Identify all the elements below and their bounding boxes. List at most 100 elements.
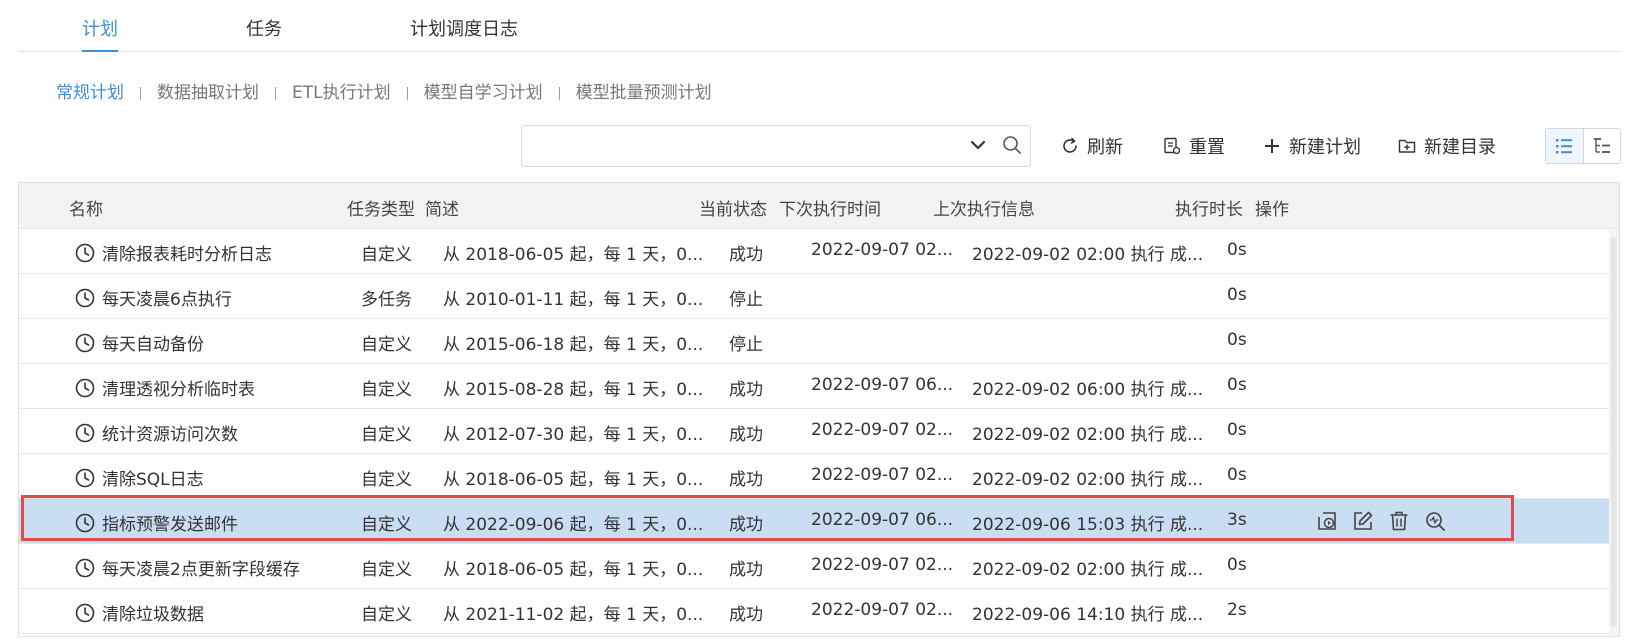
table-body: 清除报表耗时分析日志 自定义 从 2018-06-05 起，每 1 天，0...… (19, 229, 1619, 634)
col-desc[interactable]: 简述 (425, 195, 459, 220)
col-next-run[interactable]: 下次执行时间 (779, 195, 881, 220)
tab-task[interactable]: 任务 (246, 20, 282, 52)
row-desc: 从 2018-06-05 起，每 1 天，0... (443, 470, 704, 490)
scrollbar-thumb[interactable] (1611, 237, 1617, 627)
row-name-cell: 每天凌晨2点更新字段缓存 (74, 555, 300, 580)
row-name: 清除SQL日志 (102, 470, 204, 490)
table-row[interactable]: 清理透视分析临时表 自定义 从 2015-08-28 起，每 1 天，0... … (19, 364, 1619, 409)
list-view-icon (1556, 139, 1573, 154)
row-name-cell: 清除垃圾数据 (74, 600, 204, 625)
search-input[interactable] (530, 132, 970, 160)
col-state[interactable]: 当前状态 (699, 195, 767, 220)
row-name-cell: 统计资源访问次数 (74, 420, 238, 445)
row-name: 每天凌晨2点更新字段缓存 (102, 560, 300, 580)
row-name-cell: 每天自动备份 (74, 330, 204, 355)
clock-icon (75, 378, 95, 397)
clock-icon (75, 558, 95, 577)
row-name: 清除报表耗时分析日志 (102, 245, 272, 265)
row-name-cell: 每天凌晨6点执行 (74, 285, 232, 310)
delete-button[interactable] (1387, 509, 1411, 533)
table-row[interactable]: 每天自动备份 自定义 从 2015-06-18 起，每 1 天，0... 停止 … (19, 319, 1619, 364)
row-state: 成功 (729, 470, 763, 490)
new-plan-button[interactable]: 新建计划 (1262, 134, 1361, 158)
row-type: 自定义 (361, 515, 412, 535)
row-next-run: 2022-09-07 02... (811, 465, 953, 485)
col-type[interactable]: 任务类型 (347, 195, 415, 220)
vertical-scrollbar[interactable] (1609, 229, 1619, 636)
row-type: 自定义 (361, 605, 412, 625)
tab-plan[interactable]: 计划 (82, 20, 118, 52)
view-toggle (1545, 128, 1621, 164)
reset-label: 重置 (1189, 137, 1225, 158)
row-duration: 0s (1227, 285, 1247, 305)
row-desc: 从 2010-01-11 起，每 1 天，0... (443, 290, 704, 310)
reset-button[interactable]: 重置 (1162, 134, 1225, 158)
refresh-button[interactable]: 刷新 (1060, 134, 1123, 158)
list-view-button[interactable] (1546, 129, 1583, 163)
row-state: 成功 (729, 515, 763, 535)
row-last-run: 2022-09-02 02:00 执行 成... (972, 470, 1204, 490)
divider (406, 86, 408, 100)
row-duration: 0s (1227, 555, 1247, 575)
table-row[interactable]: 每天凌晨2点更新字段缓存 自定义 从 2018-06-05 起，每 1 天，0.… (19, 544, 1619, 589)
row-next-run: 2022-09-07 06... (811, 375, 953, 395)
row-name: 清除垃圾数据 (102, 605, 204, 625)
row-desc: 从 2022-09-06 起，每 1 天，0... (443, 515, 704, 535)
col-last-run[interactable]: 上次执行信息 (933, 195, 1035, 220)
row-desc: 从 2015-06-18 起，每 1 天，0... (443, 335, 704, 355)
row-name: 每天自动备份 (102, 335, 204, 355)
col-name[interactable]: 名称 (69, 195, 103, 220)
subtab-etl-plan[interactable]: ETL执行计划 (292, 78, 391, 103)
run-now-button[interactable] (1315, 509, 1339, 533)
row-type: 自定义 (361, 425, 412, 445)
subtab-data-extract-plan[interactable]: 数据抽取计划 (157, 78, 259, 103)
table-row[interactable]: 清除SQL日志 自定义 从 2018-06-05 起，每 1 天，0... 成功… (19, 454, 1619, 499)
plan-table: 名称 任务类型 简述 当前状态 下次执行时间 上次执行信息 执行时长 操作 清除… (18, 182, 1620, 637)
log-icon (1426, 512, 1445, 531)
refresh-icon (1063, 137, 1077, 153)
table-row[interactable]: 清除垃圾数据 自定义 从 2021-11-02 起，每 1 天，0... 成功 … (19, 589, 1619, 634)
edit-button[interactable] (1351, 509, 1375, 533)
tree-view-button[interactable] (1582, 129, 1620, 163)
table-row[interactable]: 清除报表耗时分析日志 自定义 从 2018-06-05 起，每 1 天，0...… (19, 229, 1619, 274)
new-directory-label: 新建目录 (1424, 137, 1496, 158)
clock-icon (75, 333, 95, 352)
search-icon[interactable] (1001, 134, 1023, 156)
divider (558, 86, 560, 100)
table-row[interactable]: 统计资源访问次数 自定义 从 2012-07-30 起，每 1 天，0... 成… (19, 409, 1619, 454)
col-duration[interactable]: 执行时长 (1175, 195, 1243, 220)
row-duration: 0s (1227, 420, 1247, 440)
subtab-regular-plan[interactable]: 常规计划 (56, 78, 124, 103)
row-type: 自定义 (361, 335, 412, 355)
row-state: 成功 (729, 245, 763, 265)
table-row[interactable]: 每天凌晨6点执行 多任务 从 2010-01-11 起，每 1 天，0... 停… (19, 274, 1619, 319)
row-next-run: 2022-09-07 02... (811, 600, 953, 620)
row-state: 停止 (729, 335, 763, 355)
row-desc: 从 2015-08-28 起，每 1 天，0... (443, 380, 704, 400)
row-last-run: 2022-09-02 02:00 执行 成... (972, 560, 1204, 580)
subtab-model-selflearn-plan[interactable]: 模型自学习计划 (424, 78, 543, 103)
row-desc: 从 2018-06-05 起，每 1 天，0... (443, 245, 704, 265)
tree-view-icon (1593, 138, 1610, 153)
row-name-cell: 指标预警发送邮件 (74, 510, 238, 535)
clock-icon (75, 513, 95, 532)
new-directory-button[interactable]: 新建目录 (1397, 134, 1496, 158)
run-icon (1318, 512, 1336, 530)
chevron-down-icon[interactable] (968, 135, 988, 155)
row-duration: 0s (1227, 375, 1247, 395)
row-name: 清理透视分析临时表 (102, 380, 255, 400)
row-next-run: 2022-09-07 02... (811, 555, 953, 575)
edit-icon (1354, 511, 1373, 530)
row-state: 成功 (729, 560, 763, 580)
table-row-selected[interactable]: 指标预警发送邮件 自定义 从 2022-09-06 起，每 1 天，0... 成… (19, 499, 1619, 544)
tab-schedule-log[interactable]: 计划调度日志 (410, 20, 518, 52)
row-state: 成功 (729, 425, 763, 445)
view-log-button[interactable] (1423, 509, 1447, 533)
subtab-model-batch-predict-plan[interactable]: 模型批量预测计划 (576, 78, 712, 103)
search-box (521, 125, 1031, 167)
row-name: 指标预警发送邮件 (102, 515, 238, 535)
divider (140, 86, 141, 100)
row-next-run: 2022-09-07 02... (811, 240, 953, 260)
row-next-run: 2022-09-07 06... (811, 510, 953, 530)
row-last-run: 2022-09-02 02:00 执行 成... (972, 245, 1204, 265)
